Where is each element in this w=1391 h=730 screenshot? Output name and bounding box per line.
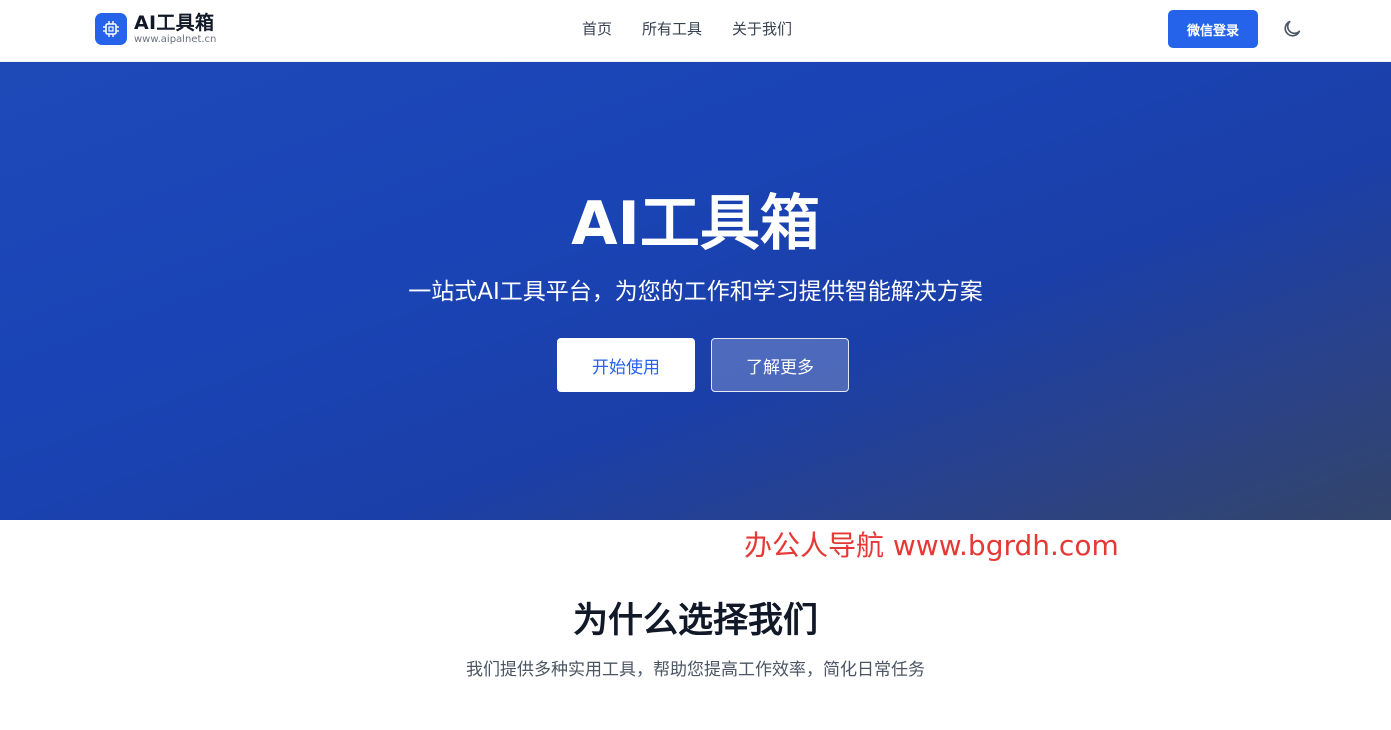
wechat-login-button[interactable]: 微信登录 (1168, 10, 1258, 48)
chip-icon (95, 13, 127, 45)
brand-logo-link[interactable]: AI工具箱 www.aipalnet.cn (95, 12, 216, 46)
brand-domain: www.aipalnet.cn (134, 34, 217, 45)
moon-icon[interactable] (1281, 18, 1303, 40)
hero-title: AI工具箱 (571, 189, 820, 259)
get-started-button[interactable]: 开始使用 (557, 338, 695, 392)
top-navbar: AI工具箱 www.aipalnet.cn 首页 所有工具 关于我们 微信登录 (0, 0, 1391, 62)
nav-link-about[interactable]: 关于我们 (732, 18, 792, 40)
nav-link-all-tools[interactable]: 所有工具 (642, 18, 702, 40)
nav-link-home[interactable]: 首页 (582, 18, 612, 40)
brand-name: AI工具箱 (134, 12, 215, 34)
features-subtitle: 我们提供多种实用工具，帮助您提高工作效率，简化日常任务 (466, 660, 925, 680)
features-title: 为什么选择我们 (572, 601, 818, 641)
hero-subtitle: 一站式AI工具平台，为您的工作和学习提供智能解决方案 (408, 279, 983, 305)
watermark-text: 办公人导航 www.bgrdh.com (744, 529, 1119, 562)
hero-section: AI工具箱 一站式AI工具平台，为您的工作和学习提供智能解决方案 开始使用 了解… (0, 62, 1391, 520)
learn-more-button[interactable]: 了解更多 (711, 338, 849, 392)
main-nav: 首页 所有工具 关于我们 (582, 18, 822, 40)
